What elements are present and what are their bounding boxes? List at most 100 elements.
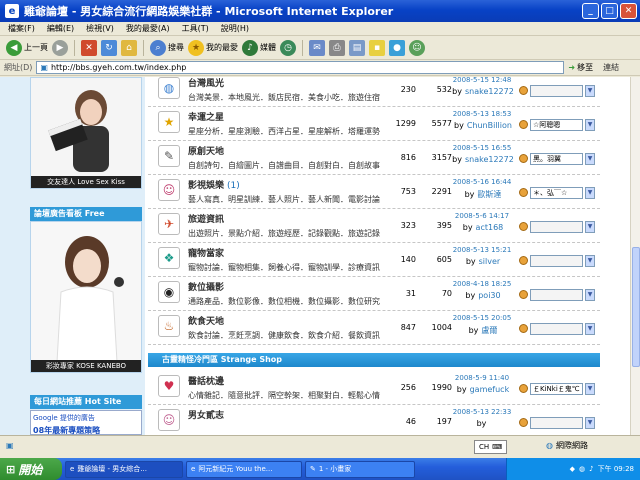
last-post-date[interactable]: 2008-4-18 18:25 <box>452 280 512 288</box>
menu-tools[interactable]: 工具(T) <box>182 23 209 34</box>
moderator-select[interactable]: ▼ <box>519 322 595 335</box>
last-post-date[interactable]: 2008-5-9 11:40 <box>452 374 512 382</box>
mail-button[interactable]: ✉ <box>309 39 325 56</box>
address-input[interactable]: ▣ http://bbs.gyeh.com.tw/index.php <box>36 61 565 74</box>
last-post-user[interactable]: ChunBillion <box>467 121 512 130</box>
forum-row[interactable]: ♨ 飲食天地 飲食討論．烹飪烹調．健康飲食．飲食介紹．餐飲資訊 847 1004 2008… <box>148 311 600 345</box>
stop-button[interactable]: ✕ <box>81 39 97 56</box>
ad-banner-love[interactable]: 交友達人 Love Sex Kiss <box>30 77 142 189</box>
last-post-user[interactable]: silver <box>479 257 501 266</box>
chevron-down-icon[interactable]: ▼ <box>585 254 595 267</box>
forum-title[interactable]: 台灣風光 <box>188 77 227 89</box>
chevron-down-icon[interactable]: ▼ <box>585 118 595 131</box>
forum-title[interactable]: 影視娛樂 (1) <box>188 178 240 191</box>
forum-row[interactable]: ✎ 原創天地 自創詩句．自繪圖片．自譜曲目．自創對白．自創故事 816 3157 2008… <box>148 141 600 175</box>
category-header[interactable]: 古靈精怪冷門區 Strange Shop <box>148 353 600 367</box>
chevron-down-icon[interactable]: ▼ <box>585 220 595 233</box>
forum-title[interactable]: 男女貳志 <box>188 408 227 421</box>
forum-row[interactable]: ✈ 旅遊資訊 出遊照片．景點介紹．旅遊經歷．記錄觀點．旅遊記錄 323 395 2008-… <box>148 209 600 243</box>
messenger-button[interactable]: ● <box>389 39 405 56</box>
last-post-date[interactable]: 2008-5-13 22:33 <box>452 408 512 416</box>
chevron-down-icon[interactable]: ▼ <box>585 416 595 429</box>
last-post-date[interactable]: 2008-5-15 20:05 <box>452 314 512 322</box>
research-button[interactable]: ☺ <box>409 39 425 56</box>
forum-title[interactable]: 幸運之星 <box>188 110 227 123</box>
home-button[interactable]: ⌂ <box>121 39 137 56</box>
forward-button[interactable]: ▶ <box>52 39 68 56</box>
last-post-user[interactable]: snake12272 <box>465 87 514 96</box>
forum-row[interactable]: ★ 幸運之星 星座分析．星座測驗．西洋占星．星座解析．塔羅運勢 1299 5577 200… <box>148 107 600 141</box>
forum-row[interactable]: ◉ 數位攝影 通路產品．數位影像．數位相機．數位攝影．數位研究 31 70 2008-4-… <box>148 277 600 311</box>
close-button[interactable]: ✕ <box>620 3 637 19</box>
last-post-user[interactable]: gamefuck <box>470 385 510 394</box>
menu-view[interactable]: 檢視(V) <box>86 23 114 34</box>
back-button[interactable]: ◀ 上一頁 <box>6 39 48 56</box>
moderator-select[interactable]: ▼ <box>519 254 595 267</box>
last-post-date[interactable]: 2008-5-13 15:21 <box>452 246 512 254</box>
history-button[interactable]: ◷ <box>280 39 296 56</box>
forum-row[interactable]: ♥ 醫話枕邊 心情雜記．隨意批評．隔空幹架．相聚對白．輕鬆心情 256 1990 2008… <box>148 371 600 405</box>
chevron-down-icon[interactable]: ▼ <box>585 288 595 301</box>
forum-title[interactable]: 原創天地 <box>188 144 227 157</box>
forum-title[interactable]: 旅遊資訊 <box>188 212 227 225</box>
forum-title[interactable]: 飲食天地 <box>188 314 227 327</box>
ad-banner-kose[interactable]: 彩妝專家 KOSE KANEBO <box>30 221 142 373</box>
menu-file[interactable]: 檔案(F) <box>8 23 35 34</box>
google-ad[interactable]: Google 提供的廣告 08年最新專題策略 <box>30 410 142 435</box>
last-post-user[interactable]: 歐斯達 <box>477 190 501 199</box>
last-post-date[interactable]: 2008-5-16 16:44 <box>452 178 512 186</box>
print-button[interactable]: ⎙ <box>329 39 345 56</box>
tray-icon[interactable]: ◆ <box>570 465 575 473</box>
moderator-select[interactable]: ▼ <box>519 220 595 233</box>
forum-row[interactable]: ◍ 台灣風光 台灣美景．本地風光．飯店民宿．美食小吃．旅遊住宿 230 532 2008-… <box>148 77 600 107</box>
forum-row[interactable]: ☺ 影視娛樂 (1) 藝人寫真．明星訓練．藝人照片．藝人新聞．電影討論 753 2291 2… <box>148 175 600 209</box>
volume-icon[interactable]: ♪ <box>589 465 593 473</box>
tray-icon[interactable]: ◍ <box>579 465 585 473</box>
clock[interactable]: 下午 09:28 <box>598 464 634 474</box>
forum-row[interactable]: ☺ 男女貳志 46 197 2008-5-13 22:33 by ▼ <box>148 405 600 435</box>
moderator-select[interactable]: 黑。羽翼 ▼ <box>519 152 595 165</box>
maximize-button[interactable]: □ <box>601 3 618 19</box>
last-post-date[interactable]: 2008-5-15 16:55 <box>452 144 512 152</box>
moderator-select[interactable]: ☆阿聰嗯 ▼ <box>519 118 595 131</box>
refresh-button[interactable]: ↻ <box>101 39 117 56</box>
discuss-button[interactable]: ▪ <box>369 39 385 56</box>
start-button[interactable]: ⊞ 開始 <box>0 458 62 480</box>
favorites-button[interactable]: ★ 我的最愛 <box>188 39 238 56</box>
search-button[interactable]: ⌕ 搜尋 <box>150 39 184 56</box>
chevron-down-icon[interactable]: ▼ <box>585 186 595 199</box>
menu-help[interactable]: 說明(H) <box>221 23 249 34</box>
moderator-select[interactable]: ￡KiNki￡鬼℃ ▼ <box>519 382 595 395</box>
moderator-select[interactable]: ▼ <box>519 288 595 301</box>
last-post-date[interactable]: 2008-5-6 14:17 <box>452 212 512 220</box>
moderator-select[interactable]: ▼ <box>519 84 595 97</box>
media-button[interactable]: ♪ 媒體 <box>242 39 276 56</box>
moderator-select[interactable]: ▼ <box>519 416 595 429</box>
last-post-date[interactable]: 2008-5-15 12:48 <box>452 77 512 84</box>
go-button[interactable]: ➜ 移至 <box>568 62 593 73</box>
window-titlebar[interactable]: e 雞爺論壇 - 男女綜合流行網路娛樂社群 - Microsoft Intern… <box>0 0 640 22</box>
language-indicator[interactable]: CH ⌨ <box>474 440 508 454</box>
last-post-user[interactable]: 盧爾 <box>481 326 497 335</box>
forum-row[interactable]: ❖ 寵物當家 寵物討論．寵物相集．飼養心得．寵物訓學．診療資訊 140 605 2008-… <box>148 243 600 277</box>
forum-title[interactable]: 數位攝影 <box>188 280 227 293</box>
task-ie[interactable]: e 雞爺論壇 - 男女綜合... <box>65 460 183 478</box>
chevron-down-icon[interactable]: ▼ <box>585 322 595 335</box>
last-post-user[interactable]: snake12272 <box>465 155 514 164</box>
task-browser2[interactable]: e 阿元新紀元 Youu the... <box>186 460 302 478</box>
task-paint[interactable]: ✎ 1 - 小畫家 <box>305 460 415 478</box>
menu-favorites[interactable]: 我的最愛(A) <box>126 23 170 34</box>
edit-button[interactable]: ▤ <box>349 39 365 56</box>
chevron-down-icon[interactable]: ▼ <box>585 382 595 395</box>
forum-title[interactable]: 寵物當家 <box>188 246 227 259</box>
chevron-down-icon[interactable]: ▼ <box>585 152 595 165</box>
last-post-user[interactable]: poi30 <box>478 291 500 300</box>
vertical-scrollbar[interactable] <box>630 77 640 435</box>
moderator-select[interactable]: ＊、弘￣☆ ▼ <box>519 186 595 199</box>
last-post-date[interactable]: 2008-5-13 18:53 <box>452 110 512 118</box>
menu-edit[interactable]: 編輯(E) <box>47 23 74 34</box>
minimize-button[interactable]: _ <box>582 3 599 19</box>
chevron-down-icon[interactable]: ▼ <box>585 84 595 97</box>
last-post-user[interactable]: act168 <box>476 223 504 232</box>
forum-title[interactable]: 醫話枕邊 <box>188 374 227 387</box>
